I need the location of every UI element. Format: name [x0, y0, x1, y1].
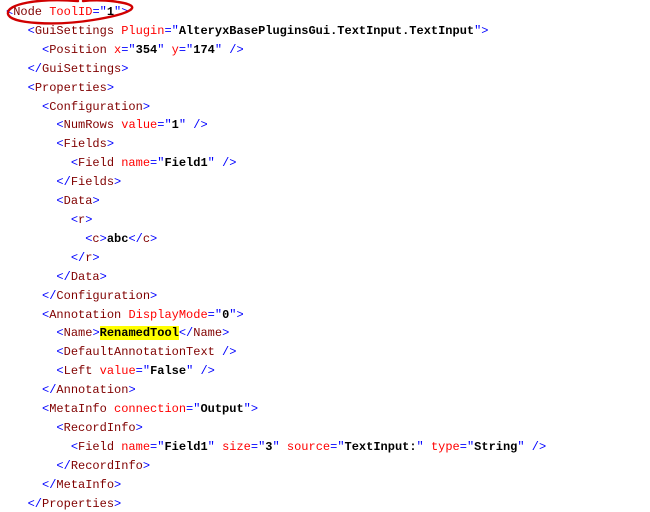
xml-line: </Fields>	[6, 173, 650, 192]
xml-line: </Configuration>	[6, 287, 650, 306]
xml-line: </Properties>	[6, 495, 650, 512]
xml-line: <c>abc</c>	[6, 230, 650, 249]
xml-line: </Annotation>	[6, 381, 650, 400]
tag-node: Node	[13, 5, 42, 19]
xml-line: <MetaInfo connection="Output">	[6, 400, 650, 419]
xml-line: </r>	[6, 249, 650, 268]
xml-line: <Field name="Field1" />	[6, 154, 650, 173]
xml-line: <Properties>	[6, 79, 650, 98]
xml-line: </GuiSettings>	[6, 60, 650, 79]
highlighted-text: RenamedTool	[100, 326, 179, 340]
xml-line: <NumRows value="1" />	[6, 116, 650, 135]
xml-line: <r>	[6, 211, 650, 230]
xml-line: <Position x="354" y="174" />	[6, 41, 650, 60]
xml-line: <Field name="Field1" size="3" source="Te…	[6, 438, 650, 457]
xml-line: <Left value="False" />	[6, 362, 650, 381]
xml-line: </RecordInfo>	[6, 457, 650, 476]
xml-line: <DefaultAnnotationText />	[6, 343, 650, 362]
xml-line: </Data>	[6, 268, 650, 287]
xml-line: <Configuration>	[6, 98, 650, 117]
xml-line: <Name>RenamedTool</Name>	[6, 324, 650, 343]
xml-line: <Annotation DisplayMode="0">	[6, 306, 650, 325]
xml-code-block: <Node ToolID="1"> <GuiSettings Plugin="A…	[0, 0, 650, 512]
xml-line: <Fields>	[6, 135, 650, 154]
xml-line: <RecordInfo>	[6, 419, 650, 438]
xml-line: <Data>	[6, 192, 650, 211]
xml-line: <Node ToolID="1">	[6, 3, 650, 22]
xml-line: <GuiSettings Plugin="AlteryxBasePluginsG…	[6, 22, 650, 41]
xml-line: </MetaInfo>	[6, 476, 650, 495]
